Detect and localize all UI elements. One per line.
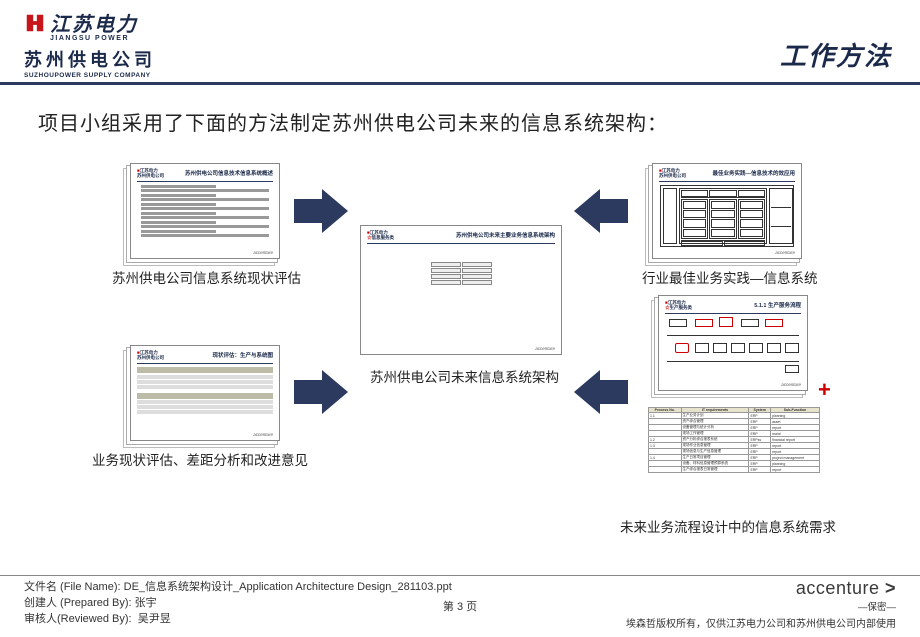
thumb-footer-brand: accenture (253, 250, 273, 255)
thumb-bottom-left-title: 现状评估：生产与系统图 (212, 351, 273, 359)
creator-value: 张宇 (135, 597, 157, 609)
confidential-tag: —保密— (626, 599, 896, 613)
jiangsu-power-logo-icon (24, 12, 46, 34)
brand-name-cn: 江苏电力 (50, 8, 138, 37)
thumb-top-right-title: 最佳业务实践—信息技术的效应用 (712, 169, 795, 177)
thumb-table: Process No.IT requirementsSystemSub-Func… (648, 407, 820, 473)
arrow-right-icon (294, 189, 348, 233)
thumb-top-left-title: 苏州供电公司信息技术信息系统概述 (185, 169, 273, 177)
caption-center: 苏州供电公司未来信息系统架构 (370, 366, 559, 386)
accenture-logo: accenture > (626, 578, 896, 599)
thumb-bottom-left: ■江苏电力苏州供电公司 现状评估：生产与系统图 accenture (130, 345, 280, 441)
creator-label: 创建人 (Prepared By): (24, 596, 132, 612)
reviewer-value: 吴尹昱 (138, 613, 171, 625)
copyright-note: 埃森哲版权所有，仅供江苏电力公司和苏州供电公司内部使用 (626, 615, 896, 630)
slide-footer: 文件名 (File Name): DE_信息系统架构设计_Application… (0, 575, 920, 637)
page-title: 工作方法 (780, 36, 892, 73)
arrow-left-icon (574, 370, 628, 414)
plus-icon: + (818, 377, 831, 403)
arrow-left-icon (574, 189, 628, 233)
thumb-top-right: ■江苏电力苏州供电公司 最佳业务实践—信息技术的效应用 (652, 163, 802, 259)
page-number: 第 3 页 (443, 598, 477, 614)
caption-bottom-right: 未来业务流程设计中的信息系统需求 (620, 516, 836, 536)
thumb-center-title: 苏州供电公司未来主要业务信息系统架构 (456, 231, 555, 239)
file-value: DE_信息系统架构设计_Application Architecture Des… (124, 581, 452, 593)
arrow-right-icon (294, 370, 348, 414)
reviewer-label: 审核人(Reviewed By): (24, 612, 132, 628)
thumb-flow-title: 5.1.1 生产服务流程 (754, 301, 801, 309)
thumb-flow: ■江苏电力☆生产服务类 5.1.1 生产服务流程 accen (658, 295, 808, 391)
caption-top-right: 行业最佳业务实践—信息系统 (642, 267, 818, 287)
company-name-cn: 苏州供电公司 (24, 46, 156, 72)
intro-text: 项目小组采用了下面的方法制定苏州供电公司未来的信息系统架构： (38, 107, 920, 136)
method-diagram: ■江苏电力苏州供电公司 苏州供电公司信息技术信息系统概述 accenture 苏… (0, 145, 920, 545)
caption-top-left: 苏州供电公司信息系统现状评估 (112, 267, 301, 287)
company-name-en: SUZHOUPOWER SUPPLY COMPANY (24, 72, 156, 79)
slide-header: 江苏电力 JIANGSU POWER 苏州供电公司 SUZHOUPOWER SU… (0, 0, 920, 85)
caption-bottom-left: 业务现状评估、差距分析和改进意见 (92, 449, 308, 469)
thumb-center: ■江苏电力☆信息服务类 苏州供电公司未来主要业务信息系统架构 accenture (360, 225, 562, 355)
brand-name-en: JIANGSU POWER (50, 35, 156, 42)
thumb-top-left: ■江苏电力苏州供电公司 苏州供电公司信息技术信息系统概述 accenture (130, 163, 280, 259)
logo-block: 江苏电力 JIANGSU POWER 苏州供电公司 SUZHOUPOWER SU… (24, 8, 156, 79)
file-label: 文件名 (File Name): (24, 580, 121, 596)
